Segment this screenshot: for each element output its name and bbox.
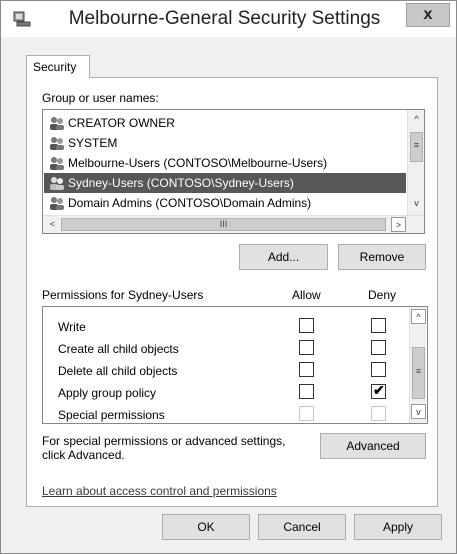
deny-checkbox[interactable] — [371, 362, 386, 377]
scroll-down-arrow-icon[interactable]: v — [411, 404, 426, 419]
scroll-down-arrow-icon[interactable]: v — [409, 196, 424, 211]
user-group-icon — [50, 137, 64, 150]
advanced-button[interactable]: Advanced — [320, 433, 426, 459]
permission-row: Apply group policy ✔ — [43, 382, 407, 404]
ok-button[interactable]: OK — [162, 514, 250, 540]
list-item[interactable]: CREATOR OWNER — [44, 113, 406, 133]
add-button[interactable]: Add... — [239, 244, 328, 270]
permission-name: Apply group policy — [58, 386, 157, 400]
list-item-label: Melbourne-Users (CONTOSO\Melbourne-Users… — [68, 156, 328, 170]
user-group-icon — [50, 177, 64, 190]
user-group-icon — [50, 197, 64, 210]
permission-row-partial — [43, 307, 407, 309]
scroll-up-arrow-icon[interactable]: ^ — [411, 309, 426, 324]
window-title: Melbourne-General Security Settings — [68, 8, 381, 29]
scroll-thumb[interactable]: ≡ — [412, 347, 425, 399]
list-item[interactable]: Melbourne-Users (CONTOSO\Melbourne-Users… — [44, 153, 406, 173]
advanced-description: For special permissions or advanced sett… — [42, 434, 286, 462]
tab-security[interactable]: Security — [26, 55, 90, 78]
allow-checkbox[interactable] — [299, 362, 314, 377]
permissions-vertical-scrollbar[interactable]: ^ ≡ v — [409, 307, 426, 423]
list-item-label: CREATOR OWNER — [68, 116, 175, 130]
deny-checkbox[interactable] — [371, 318, 386, 333]
checkmark-icon: ✔ — [373, 382, 385, 398]
list-item-label: Sydney-Users (CONTOSO\Sydney-Users) — [68, 176, 294, 190]
cancel-button[interactable]: Cancel — [258, 514, 346, 540]
list-item[interactable]: Domain Admins (CONTOSO\Domain Admins) — [44, 193, 406, 214]
list-item-selected[interactable]: Sydney-Users (CONTOSO\Sydney-Users) — [44, 173, 406, 193]
allow-checkbox[interactable] — [299, 318, 314, 333]
permission-name: Create all child objects — [58, 342, 179, 356]
deny-checkbox[interactable] — [371, 340, 386, 355]
group-list-horizontal-scrollbar[interactable]: < III > — [43, 215, 424, 233]
allow-column-header: Allow — [292, 288, 321, 302]
scroll-right-arrow-icon[interactable]: > — [391, 217, 406, 232]
remove-button[interactable]: Remove — [338, 244, 426, 270]
permission-name: Delete all child objects — [58, 364, 178, 378]
user-group-icon — [50, 157, 64, 170]
scroll-up-arrow-icon[interactable]: ^ — [409, 112, 424, 127]
list-item-label: Domain Admins (CONTOSO\Domain Admins) — [68, 196, 312, 210]
allow-checkbox[interactable] — [299, 340, 314, 355]
grip-icon: ≡ — [415, 366, 422, 376]
scroll-left-arrow-icon[interactable]: < — [45, 217, 60, 232]
title-bar[interactable]: Melbourne-General Security Settings x — [1, 1, 456, 37]
list-item-label: SYSTEM — [68, 136, 118, 150]
group-list-vertical-scrollbar[interactable]: ^ ≡ v — [407, 110, 424, 215]
close-button[interactable]: x — [406, 3, 450, 27]
user-group-icon — [50, 117, 64, 130]
allow-checkbox[interactable] — [299, 384, 314, 399]
permission-name: Special permissions — [58, 408, 165, 422]
access-control-help-link[interactable]: Learn about access control and permissio… — [42, 484, 277, 498]
horizontal-scroll-thumb[interactable]: III — [61, 218, 386, 231]
deny-column-header: Deny — [368, 288, 397, 302]
permission-row: Special permissions — [43, 404, 407, 423]
grip-icon: III — [219, 219, 228, 229]
permissions-header: Permissions for Sydney-Users — [42, 288, 204, 302]
list-item[interactable]: SYSTEM — [44, 133, 406, 153]
scroll-thumb[interactable]: ≡ — [410, 132, 423, 162]
permission-row: Delete all child objects — [43, 360, 407, 382]
permission-row: Create all child objects — [43, 338, 407, 360]
permissions-listbox[interactable]: Write Create all child objects Delete al… — [42, 306, 428, 424]
deny-checkbox-checked[interactable]: ✔ — [371, 382, 386, 399]
apply-button[interactable]: Apply — [354, 514, 442, 540]
allow-checkbox-disabled — [299, 406, 314, 421]
settings-app-icon — [13, 11, 31, 27]
permission-name: Write — [58, 320, 86, 334]
grip-icon: ≡ — [413, 140, 420, 150]
group-user-listbox[interactable]: CREATOR OWNER SYSTEM Melbourne-Users (CO… — [42, 109, 425, 234]
deny-checkbox-disabled — [371, 406, 386, 421]
security-settings-dialog: Melbourne-General Security Settings x Se… — [0, 0, 457, 554]
permission-row: Write — [43, 316, 407, 338]
group-list-label: Group or user names: — [42, 91, 159, 105]
